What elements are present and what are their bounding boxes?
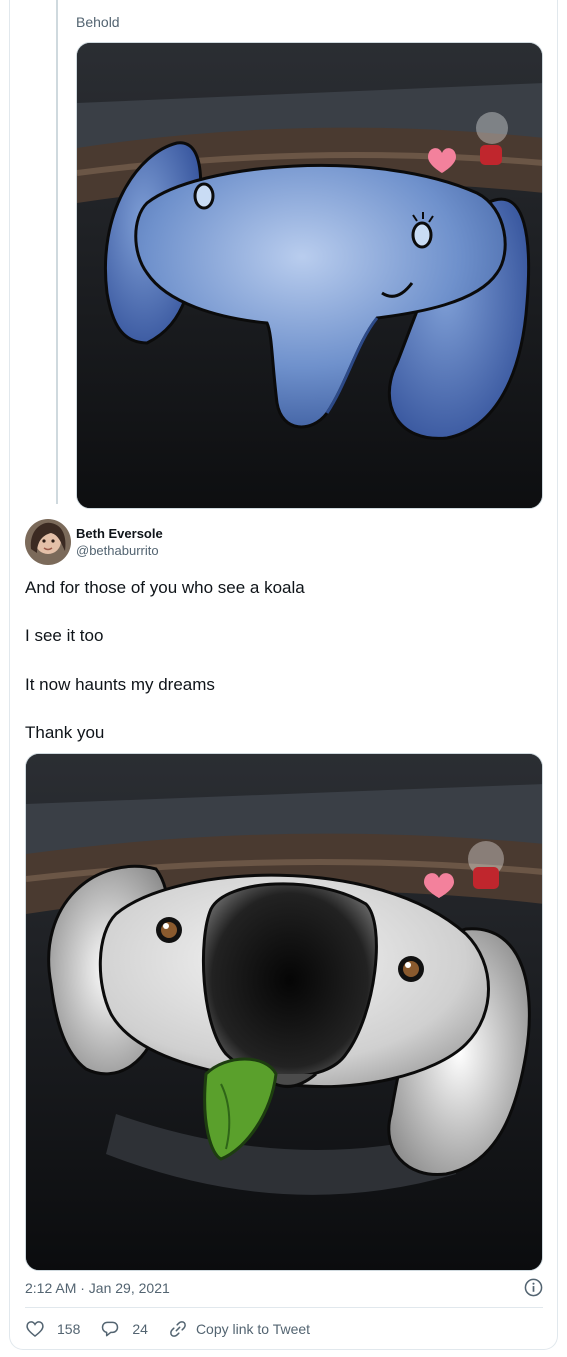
copy-link-label: Copy link to Tweet	[195, 1321, 311, 1337]
tweet-text-line-3: It now haunts my dreams	[25, 675, 215, 694]
tweet-author[interactable]: Beth Eversole @bethaburrito	[25, 519, 163, 565]
quoted-tweet-text: Behold	[76, 14, 120, 30]
copy-link-button[interactable]: Copy link to Tweet	[168, 1319, 310, 1339]
reply-count: 24	[132, 1321, 148, 1337]
tweet-text-line-1: And for those of you who see a koala	[25, 578, 305, 597]
tweet-timestamp[interactable]: 2:12 AM · Jan 29, 2021	[25, 1280, 170, 1296]
quoted-tweet-image[interactable]	[76, 42, 543, 509]
tweet-image[interactable]	[25, 753, 543, 1271]
like-button[interactable]: 158	[25, 1319, 80, 1339]
tweet-actions: 158 24 Copy link to Tweet	[25, 1318, 330, 1340]
display-name[interactable]: Beth Eversole	[76, 525, 163, 542]
divider	[25, 1307, 543, 1308]
heart-icon	[26, 1321, 44, 1338]
reply-button[interactable]: 24	[100, 1319, 148, 1339]
tweet-text-line-2: I see it too	[25, 626, 104, 645]
thread-line	[56, 0, 58, 504]
tweet-text-line-4: Thank you	[25, 723, 105, 742]
handle[interactable]: @bethaburrito	[76, 542, 163, 559]
like-count: 158	[57, 1321, 81, 1337]
link-icon	[170, 1321, 186, 1337]
reply-icon	[102, 1321, 119, 1337]
avatar[interactable]	[25, 519, 71, 565]
info-icon[interactable]	[524, 1278, 543, 1297]
